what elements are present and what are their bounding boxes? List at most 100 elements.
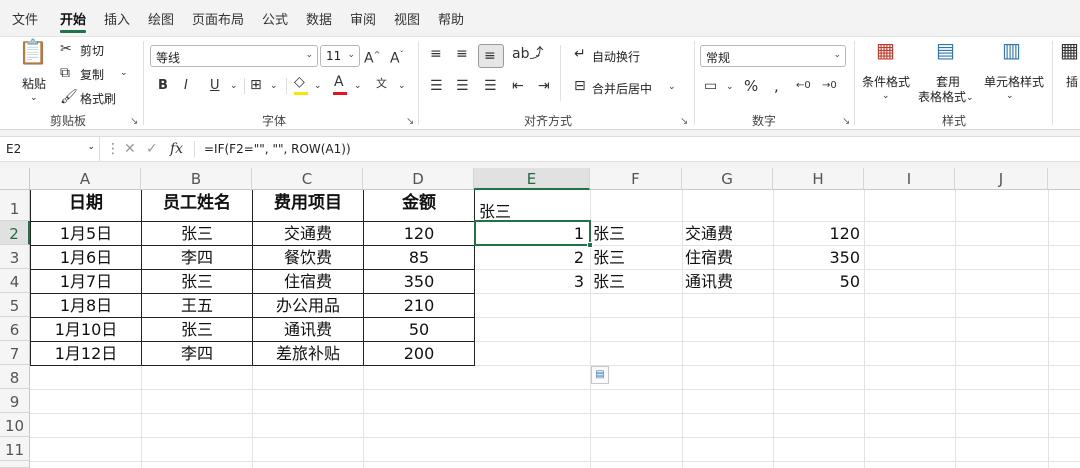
result-name-cell[interactable]: 张三	[590, 222, 682, 245]
table-cell[interactable]: 差旅补贴	[253, 342, 363, 365]
chevron-down-icon[interactable]: ⌄	[398, 77, 406, 95]
format-painter-button[interactable]: 格式刷	[80, 90, 116, 107]
quick-analysis-icon[interactable]: ▤	[591, 366, 609, 384]
row-header-11[interactable]: 11	[0, 437, 30, 461]
row-header-2[interactable]: 2	[0, 221, 30, 245]
column-header-a[interactable]: A	[30, 168, 141, 190]
bold-button[interactable]: B	[158, 77, 168, 95]
table-cell[interactable]: 张三	[142, 318, 252, 341]
align-right-icon[interactable]: ☰	[484, 77, 497, 95]
column-header-c[interactable]: C	[252, 168, 363, 190]
wrap-text-icon[interactable]: ↵	[574, 45, 586, 63]
align-top-icon[interactable]: ≡	[430, 45, 442, 63]
table-cell[interactable]: 210	[364, 294, 474, 317]
align-left-icon[interactable]: ☰	[430, 77, 443, 95]
formula-input[interactable]: =IF(F2="", "", ROW(A1))	[204, 142, 351, 156]
result-item-cell[interactable]: 住宿费	[682, 246, 773, 269]
font-size-select[interactable]: 11 ⌄	[320, 45, 360, 67]
menu-help[interactable]: 帮助	[438, 9, 464, 28]
function-icon[interactable]: fx	[170, 140, 183, 158]
font-shrink-icon[interactable]: Aˇ	[390, 46, 404, 68]
header-cell-date[interactable]: 日期	[31, 192, 141, 215]
fill-handle[interactable]	[587, 242, 593, 248]
table-cell[interactable]: 张三	[142, 222, 252, 245]
table-cell[interactable]: 办公用品	[253, 294, 363, 317]
increase-decimal-icon[interactable]: ←0	[796, 77, 811, 95]
row-header-6[interactable]: 6	[0, 317, 30, 341]
table-cell[interactable]: 350	[364, 270, 474, 293]
result-name-cell[interactable]: 张三	[590, 246, 682, 269]
chevron-down-icon[interactable]: ⌄	[1006, 87, 1014, 105]
menu-draw[interactable]: 绘图	[148, 9, 174, 28]
row-header-12[interactable]	[0, 461, 30, 468]
chevron-down-icon[interactable]: ⌄	[966, 89, 974, 107]
font-name-select[interactable]: 等线 ⌄	[150, 45, 318, 67]
menu-view[interactable]: 视图	[394, 9, 420, 28]
table-cell[interactable]: 交通费	[253, 222, 363, 245]
dialog-launcher-icon[interactable]: ↘	[406, 116, 414, 127]
select-all-corner[interactable]	[0, 168, 30, 190]
chevron-down-icon[interactable]: ⌄	[726, 78, 734, 96]
table-cell[interactable]: 住宿费	[253, 270, 363, 293]
cancel-icon[interactable]: ✕	[124, 140, 136, 158]
row-header-8[interactable]: 8	[0, 365, 30, 389]
italic-button[interactable]: I	[184, 77, 188, 95]
header-cell-employee[interactable]: 员工姓名	[142, 192, 252, 215]
phonetic-icon[interactable]: 文	[376, 75, 387, 93]
border-icon[interactable]: ⊞	[250, 76, 262, 94]
cut-icon[interactable]: ✂	[60, 40, 72, 58]
row-header-3[interactable]: 3	[0, 245, 30, 269]
number-format-select[interactable]: 常规 ⌄	[700, 45, 846, 67]
header-cell-expense-item[interactable]: 费用项目	[253, 192, 363, 215]
column-header-h[interactable]: H	[773, 168, 864, 190]
table-cell[interactable]: 1月5日	[31, 222, 141, 245]
chevron-down-icon[interactable]: ⌄	[314, 77, 322, 95]
result-amount-cell[interactable]: 50	[773, 270, 863, 293]
menu-page-layout[interactable]: 页面布局	[192, 9, 244, 28]
table-cell[interactable]: 李四	[142, 342, 252, 365]
row-header-10[interactable]: 10	[0, 413, 30, 437]
insert-cells-icon[interactable]: ▦	[1060, 40, 1079, 60]
chevron-down-icon[interactable]: ⌄	[534, 46, 542, 64]
table-cell[interactable]: 1月10日	[31, 318, 141, 341]
underline-button[interactable]: U	[210, 77, 220, 95]
result-amount-cell[interactable]: 350	[773, 246, 863, 269]
indent-increase-icon[interactable]: ⇥	[538, 77, 550, 95]
cut-button[interactable]: 剪切	[80, 42, 104, 59]
column-header-j[interactable]: J	[955, 168, 1048, 190]
currency-icon[interactable]: ▭	[704, 77, 717, 95]
column-header-d[interactable]: D	[363, 168, 474, 190]
menu-data[interactable]: 数据	[306, 9, 332, 28]
conditional-format-icon[interactable]: ▦	[876, 40, 895, 60]
result-item-cell[interactable]: 交通费	[682, 222, 773, 245]
cell-styles-icon[interactable]: ▥	[1002, 40, 1021, 60]
table-format-button-line2[interactable]: 表格格式	[918, 88, 966, 105]
indent-decrease-icon[interactable]: ⇤	[512, 77, 524, 95]
chevron-down-icon[interactable]: ⌄	[230, 77, 238, 95]
column-header-i[interactable]: I	[864, 168, 955, 190]
table-cell[interactable]: 通讯费	[253, 318, 363, 341]
column-header-e[interactable]: E	[474, 168, 590, 190]
copy-button[interactable]: 复制	[80, 66, 104, 83]
wrap-text-button[interactable]: 自动换行	[592, 48, 640, 65]
row-header-1[interactable]: 1	[0, 190, 30, 221]
comma-icon[interactable]: ,	[774, 77, 779, 95]
decrease-decimal-icon[interactable]: →0	[822, 77, 837, 95]
table-cell[interactable]: 200	[364, 342, 474, 365]
format-painter-icon[interactable]: 🖌	[60, 88, 78, 106]
column-header-g[interactable]: G	[682, 168, 773, 190]
menu-file[interactable]: 文件	[12, 9, 38, 28]
dialog-launcher-icon[interactable]: ↘	[842, 116, 850, 127]
insert-cells-button[interactable]: 插	[1066, 73, 1078, 90]
paste-icon[interactable]: 📋	[18, 40, 48, 73]
column-header-b[interactable]: B	[141, 168, 252, 190]
chevron-down-icon[interactable]: ⌄	[270, 77, 278, 95]
merge-center-button[interactable]: 合并后居中	[592, 80, 652, 97]
dialog-launcher-icon[interactable]: ↘	[680, 116, 688, 127]
table-cell[interactable]: 餐饮费	[253, 246, 363, 269]
dialog-launcher-icon[interactable]: ↘	[130, 116, 138, 127]
table-cell[interactable]: 1月12日	[31, 342, 141, 365]
row-header-4[interactable]: 4	[0, 269, 30, 293]
result-amount-cell[interactable]: 120	[773, 222, 863, 245]
cell-styles-button[interactable]: 单元格样式	[984, 73, 1044, 90]
